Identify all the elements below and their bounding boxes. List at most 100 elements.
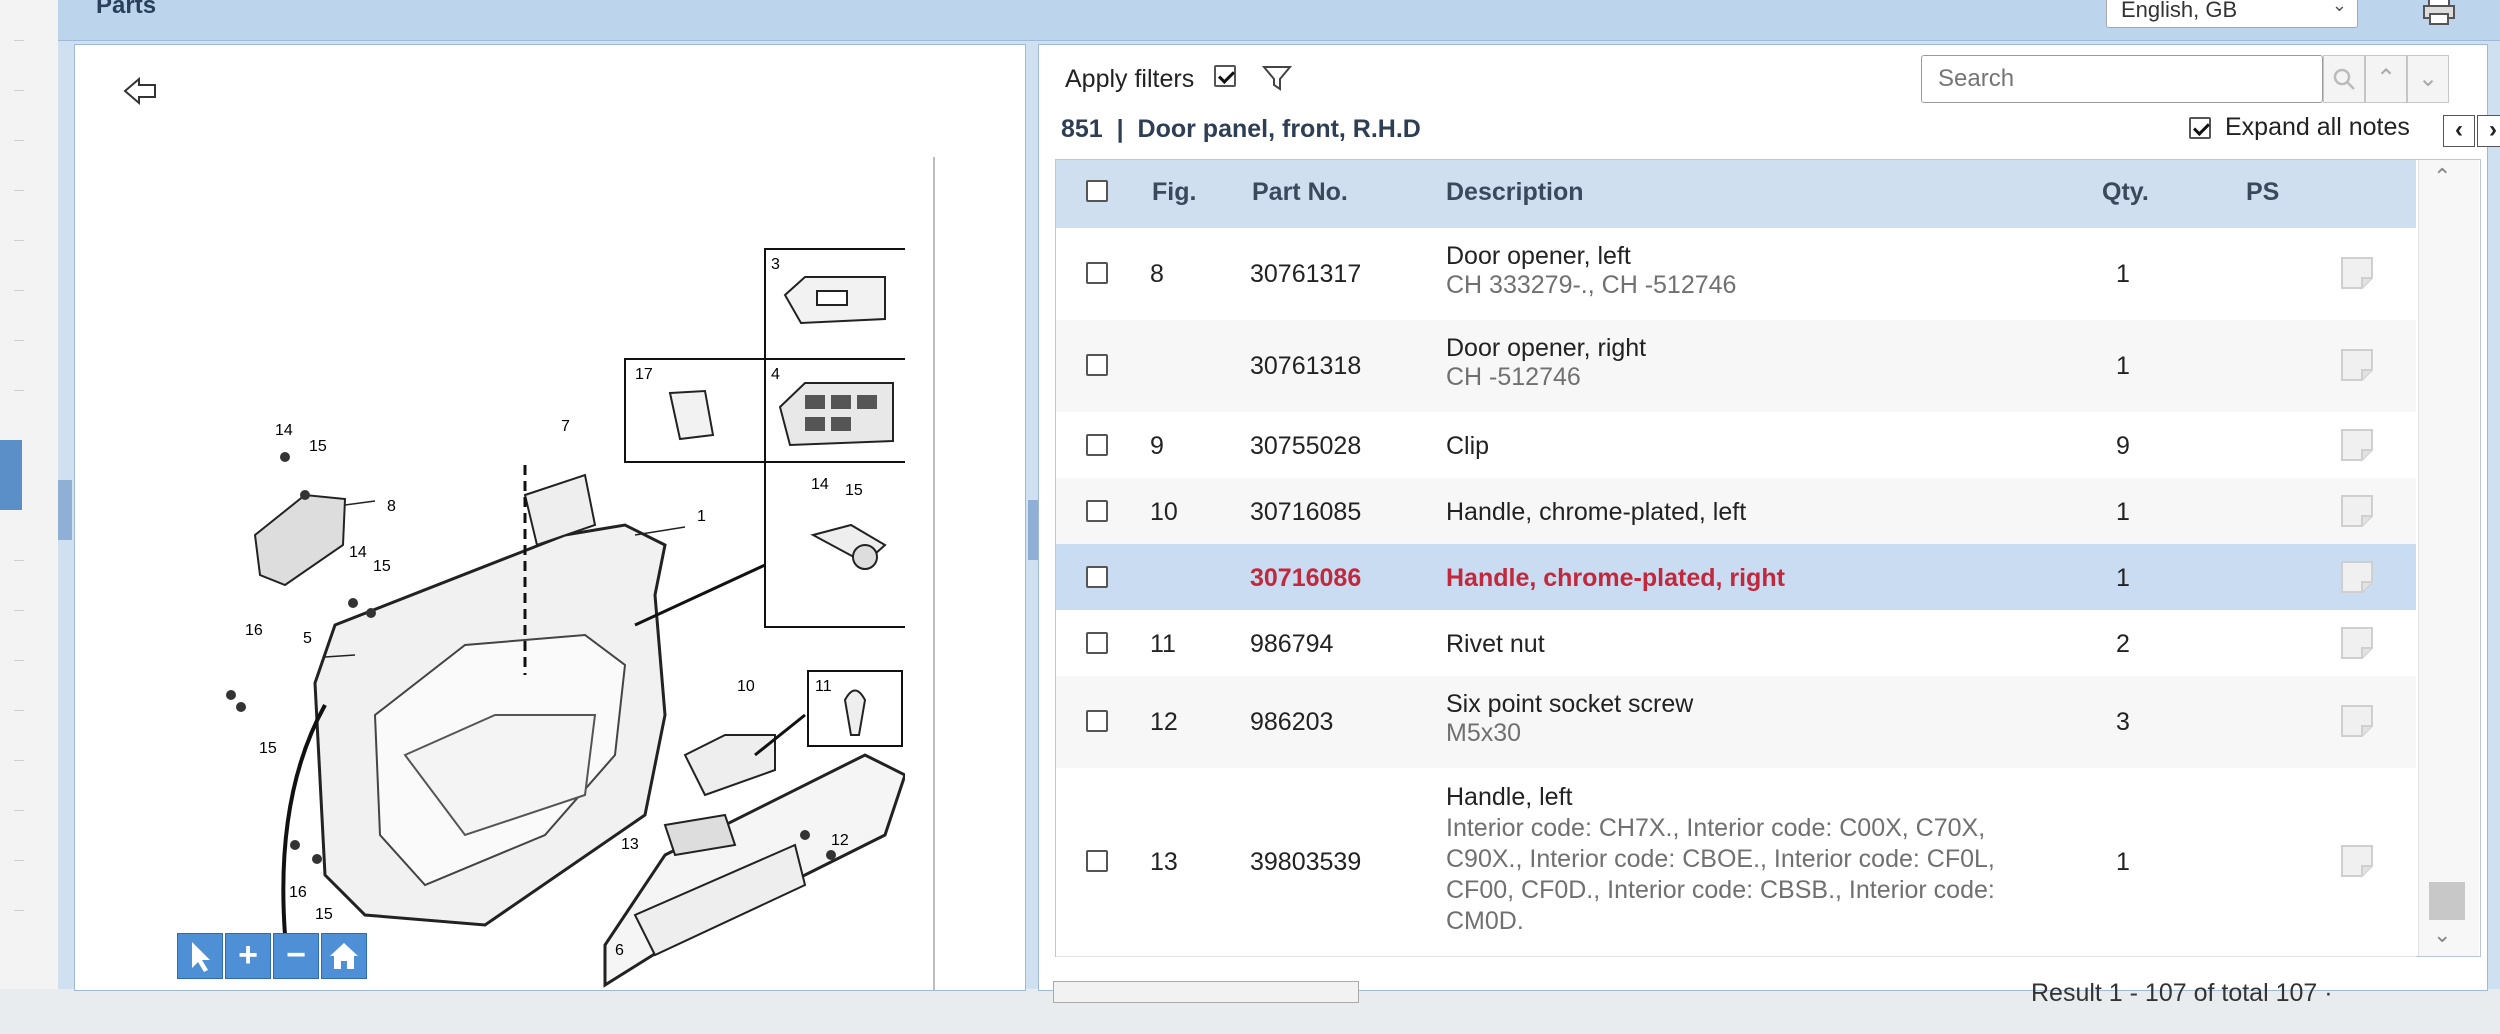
expand-notes-checkbox[interactable] [2189, 117, 2211, 139]
row-qty: 1 [2116, 260, 2130, 288]
diagram-label: 17 [635, 366, 653, 383]
diagram-label: 15 [373, 558, 391, 575]
row-qty: 1 [2116, 352, 2130, 380]
row-checkbox[interactable] [1086, 434, 1108, 456]
column-ps[interactable]: PS [2246, 178, 2279, 207]
rail-divider [14, 660, 24, 661]
chevron-up-icon[interactable]: ⌃ [2365, 55, 2407, 103]
print-icon[interactable] [2422, 0, 2456, 26]
scrollbar-thumb[interactable] [2429, 882, 2465, 920]
rail-active-tab[interactable] [0, 440, 22, 510]
note-icon[interactable] [2340, 704, 2374, 738]
row-part-no: 30761318 [1250, 352, 1362, 380]
row-description-main: Door opener, right [1446, 334, 1647, 362]
row-qty: 2 [2116, 630, 2130, 658]
rail-divider [14, 390, 24, 391]
rail-divider [14, 610, 24, 611]
table-row-selected[interactable]: 30716086 Handle, chrome-plated, right 1 [1056, 544, 2416, 611]
filter-icon[interactable] [1261, 63, 1293, 93]
rail-divider [14, 90, 24, 91]
next-button[interactable]: › [2477, 115, 2500, 147]
exploded-diagram[interactable]: 1 3 4 5 6 7 8 9 10 11 12 13 14 14 14 15 … [165, 195, 905, 1034]
previous-button[interactable]: ‹ [2443, 115, 2475, 147]
chevron-down-icon[interactable]: ⌄ [2433, 922, 2451, 948]
section-title: Door panel, front, R.H.D [1137, 115, 1421, 143]
search-icon[interactable] [2323, 55, 2365, 103]
table-row[interactable]: 12 986203 Six point socket screw M5x30 3 [1056, 676, 2416, 769]
row-description: Rivet nut [1446, 630, 1545, 659]
note-icon[interactable] [2340, 844, 2374, 878]
row-fig: 11 [1150, 630, 1176, 658]
row-qty: 9 [2116, 432, 2130, 460]
search-input[interactable] [1921, 55, 2323, 103]
zoom-in-icon[interactable]: + [225, 933, 271, 979]
row-description-note: Interior code: CH7X., Interior code: C00… [1446, 814, 1995, 935]
column-part-no[interactable]: Part No. [1252, 178, 1348, 207]
row-part-no: 30761317 [1250, 260, 1362, 288]
row-description: Handle, chrome-plated, right [1446, 564, 1785, 593]
row-fig: 13 [1150, 848, 1178, 876]
table-header: Fig. Part No. Description Qty. PS [1056, 160, 2416, 229]
table-row[interactable]: 11 986794 Rivet nut 2 [1056, 610, 2416, 677]
note-icon[interactable] [2340, 560, 2374, 594]
diagram-label: 7 [561, 418, 570, 435]
column-qty[interactable]: Qty. [2102, 178, 2149, 207]
table-row[interactable]: 13 39803539 Handle, left Interior code: … [1056, 768, 2416, 957]
row-checkbox[interactable] [1086, 850, 1108, 872]
row-part-no: 30755028 [1250, 432, 1362, 460]
back-arrow-icon[interactable] [121, 71, 161, 111]
table-row[interactable]: 30761318 Door opener, right CH -512746 1 [1056, 320, 2416, 413]
row-checkbox[interactable] [1086, 500, 1108, 522]
apply-filters-checkbox[interactable] [1214, 65, 1236, 87]
note-icon[interactable] [2340, 256, 2374, 290]
column-fig[interactable]: Fig. [1152, 178, 1196, 207]
table-scrollbar[interactable]: ⌃ ⌄ [2418, 160, 2479, 956]
row-checkbox[interactable] [1086, 262, 1108, 284]
select-all-checkbox[interactable] [1086, 180, 1108, 202]
rail-divider [14, 40, 24, 41]
table-row[interactable]: 10 30716085 Handle, chrome-plated, left … [1056, 478, 2416, 545]
row-description-main: Six point socket screw [1446, 690, 1694, 718]
table-row[interactable]: 9 30755028 Clip 9 [1056, 412, 2416, 479]
row-qty: 1 [2116, 848, 2130, 876]
note-icon[interactable] [2340, 494, 2374, 528]
language-select[interactable]: English, GB ⌄ [2106, 0, 2358, 28]
row-checkbox[interactable] [1086, 710, 1108, 732]
section-heading: 851 | Door panel, front, R.H.D [1061, 115, 1421, 144]
home-icon[interactable] [321, 933, 367, 979]
chevron-up-icon[interactable]: ⌃ [2433, 164, 2451, 190]
window-title: Parts [96, 0, 157, 19]
collapse-left-handle[interactable] [58, 480, 72, 540]
note-icon[interactable] [2340, 626, 2374, 660]
table-row[interactable]: 8 30761317 Door opener, left CH 333279-.… [1056, 228, 2416, 321]
row-part-no: 986794 [1250, 630, 1334, 658]
select-icon[interactable] [177, 933, 223, 979]
diagram-panel: 1 3 4 5 6 7 8 9 10 11 12 13 14 14 14 15 … [74, 44, 1026, 991]
note-icon[interactable] [2340, 428, 2374, 462]
row-description-note: CH -512746 [1446, 363, 1581, 391]
column-description[interactable]: Description [1446, 178, 1584, 207]
title-bar: Parts English, GB ⌄ [58, 0, 2500, 41]
apply-filters-label: Apply filters [1065, 65, 1195, 93]
note-icon[interactable] [2340, 348, 2374, 382]
row-fig: 10 [1150, 498, 1178, 526]
parts-list-panel: Apply filters ⌃ ⌄ 851 | Door panel, fron… [1038, 44, 2500, 1007]
row-qty: 3 [2116, 708, 2130, 736]
diagram-label: 6 [615, 942, 624, 959]
row-part-no: 30716085 [1250, 498, 1362, 526]
row-description: Six point socket screw M5x30 [1446, 690, 1693, 748]
expand-notes-label: Expand all notes [2225, 113, 2410, 141]
chevron-down-icon[interactable]: ⌄ [2407, 55, 2449, 103]
row-part-no: 39803539 [1250, 848, 1362, 876]
bottom-action-button[interactable] [1053, 981, 1359, 1003]
diagram-divider [933, 157, 935, 990]
row-checkbox[interactable] [1086, 632, 1108, 654]
row-description: Clip [1446, 432, 1489, 461]
language-value: English, GB [2121, 0, 2238, 22]
row-qty: 1 [2116, 564, 2130, 592]
diagram-label: 1 [697, 508, 706, 525]
row-checkbox[interactable] [1086, 354, 1108, 376]
row-checkbox[interactable] [1086, 566, 1108, 588]
zoom-out-icon[interactable]: − [273, 933, 319, 979]
rail-divider [14, 560, 24, 561]
